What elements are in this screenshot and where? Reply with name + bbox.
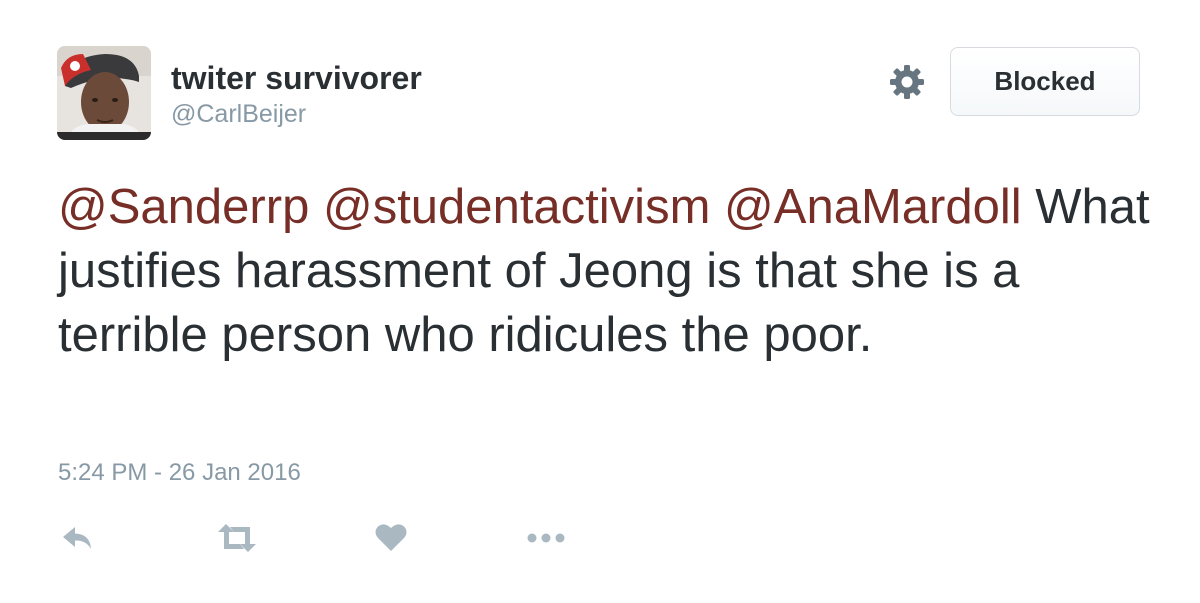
- mention-link[interactable]: @studentactivism: [323, 180, 710, 234]
- retweet-icon[interactable]: [216, 520, 258, 556]
- tweet-card: twiter survivorer @CarlBeijer Blocked @S…: [0, 0, 1200, 603]
- reply-icon[interactable]: [60, 520, 96, 556]
- user-handle[interactable]: @CarlBeijer: [171, 100, 306, 129]
- mention-link[interactable]: @AnaMardoll: [724, 180, 1022, 234]
- user-display-name[interactable]: twiter survivorer: [171, 60, 422, 97]
- tweet-timestamp[interactable]: 5:24 PM - 26 Jan 2016: [58, 459, 301, 487]
- mention-link[interactable]: @Sanderrp: [58, 180, 309, 234]
- tweet-text: @Sanderrp @studentactivism @AnaMardoll W…: [58, 175, 1158, 367]
- more-icon[interactable]: [526, 520, 566, 556]
- blocked-button[interactable]: Blocked: [950, 47, 1140, 116]
- avatar[interactable]: [57, 46, 151, 140]
- like-icon[interactable]: [374, 520, 408, 556]
- gear-icon[interactable]: [888, 63, 926, 101]
